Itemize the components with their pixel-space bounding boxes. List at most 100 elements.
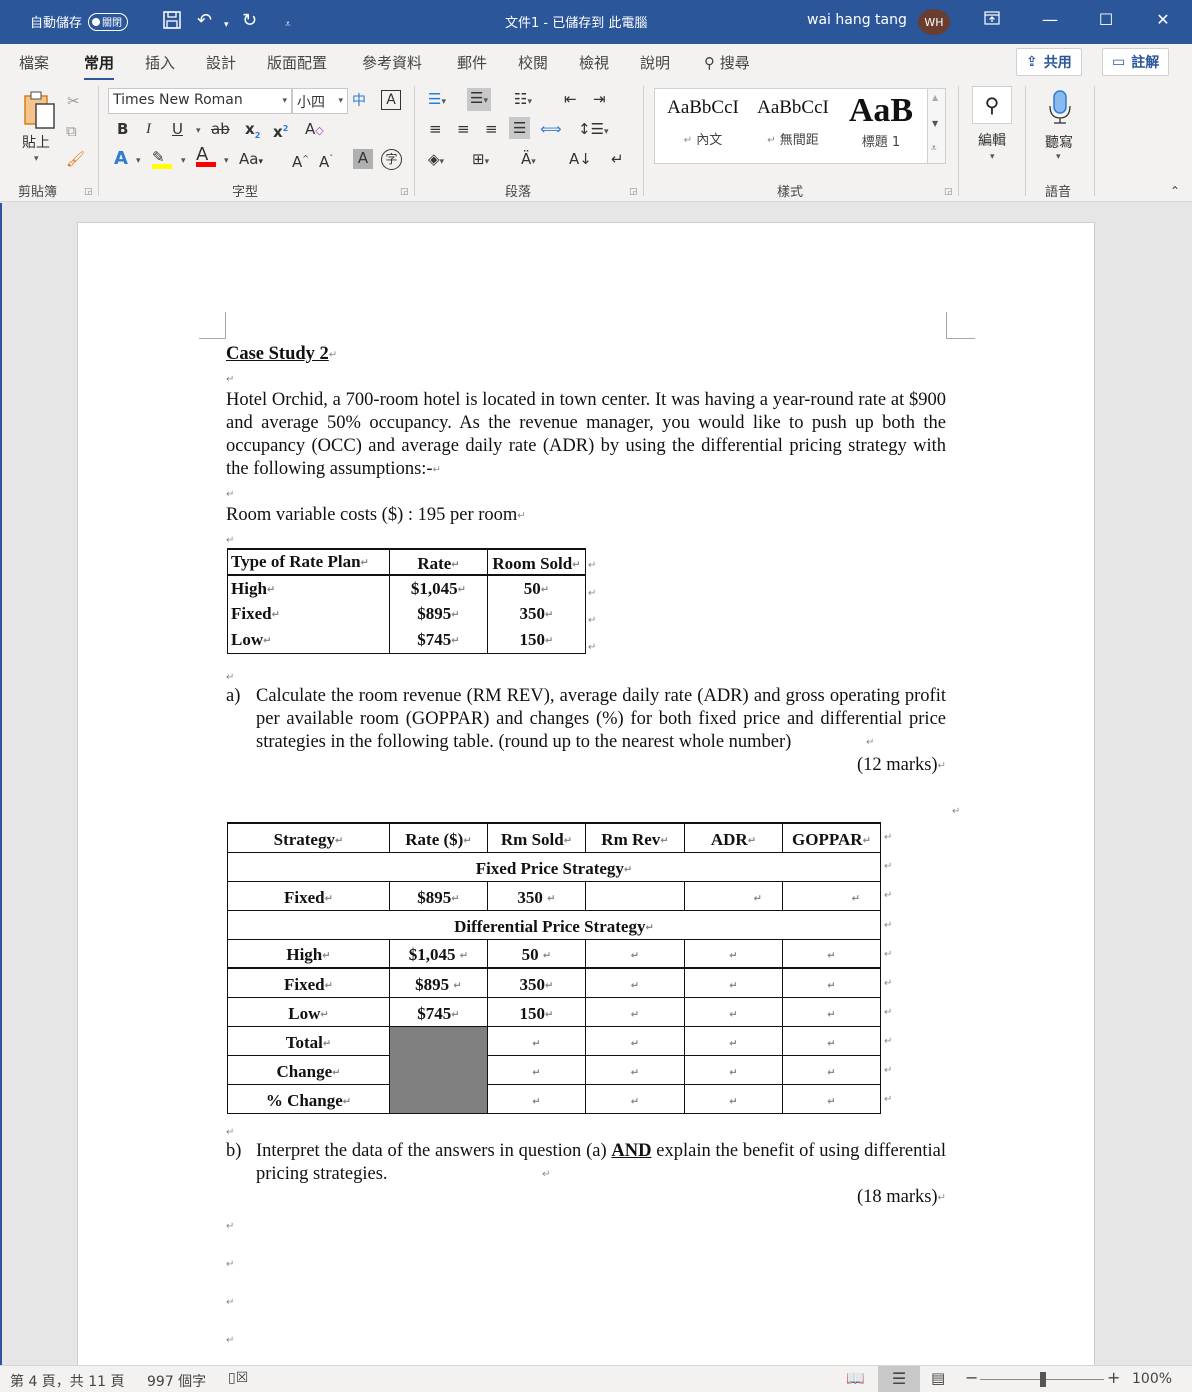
table-cell[interactable]: ↵ [782,1054,881,1085]
page-indicator[interactable]: 第 4 頁，共 11 頁 [10,1371,125,1391]
ribbon-display-options-icon[interactable] [977,10,1007,29]
table-cell[interactable]: ↵ [684,1025,783,1056]
avatar[interactable]: WH [918,9,950,35]
table-cell[interactable]: ↵ [684,938,783,969]
close-button[interactable]: ✕ [1148,10,1178,29]
font-size-select[interactable]: 小四 ▾ [292,88,348,114]
zoom-level[interactable]: 100% [1132,1371,1172,1387]
grow-font-icon[interactable]: A^ [292,150,309,171]
style-no-spacing[interactable]: AaBbCcI ↵ 無間距 [751,97,835,148]
table-cell[interactable]: ↵ [585,938,685,969]
cut-icon[interactable]: ✂ [67,92,80,110]
tab-home[interactable]: 常用 [84,52,115,81]
italic-icon[interactable]: I [146,120,151,138]
table-cell[interactable]: Low↵ [227,627,390,654]
table-cell[interactable]: Fixed↵ [227,601,390,627]
table-cell[interactable]: ↵ [782,967,881,998]
dictate-dropdown-icon[interactable]: ▾ [1056,152,1061,162]
table-cell[interactable]: ↵ [782,1025,881,1056]
share-button[interactable]: ⇪ 共用 [1016,48,1082,76]
table-cell[interactable]: ↵ [585,1054,685,1085]
distributed-icon[interactable]: ⟺ [540,120,562,138]
table-cell[interactable]: $745↵ [389,627,488,654]
table-cell[interactable]: ↵ [487,1025,586,1056]
enclose-characters-icon[interactable]: 字 [381,149,402,170]
table-cell[interactable]: % Change↵ [227,1083,390,1114]
font-color-dropdown-icon[interactable]: ▾ [224,152,229,170]
table-cell[interactable]: 350↵ [487,967,586,998]
table-cell[interactable]: $895↵ [389,601,488,627]
highlight-dropdown-icon[interactable]: ▾ [181,152,186,170]
table-cell[interactable]: ↵ [585,1083,685,1114]
underline-dropdown-icon[interactable]: ▾ [196,122,201,140]
tab-view[interactable]: 檢視 [579,52,609,73]
highlight-icon[interactable]: ✎ [152,148,172,169]
tab-insert[interactable]: 插入 [145,52,175,73]
align-left-icon[interactable]: ≡ [429,120,442,138]
paste-icon[interactable] [22,90,56,134]
show-paragraph-marks-icon[interactable]: ↵ [611,150,624,168]
clipboard-launcher-icon[interactable]: ◲ [84,187,93,197]
table-cell[interactable]: High↵ [227,938,390,969]
table-cell[interactable]: $895↵ [389,880,488,911]
shading-icon[interactable]: ◈▾ [428,150,444,171]
table-cell[interactable]: ↵ [684,880,783,911]
tab-references[interactable]: 參考資料 [362,52,422,73]
table-cell[interactable]: ↵ [585,996,685,1027]
table-cell[interactable]: 350↵ [487,601,586,627]
table-cell[interactable]: ↵ [782,880,881,911]
autosave-toggle[interactable]: 關閉 [88,12,129,31]
paragraph-launcher-icon[interactable]: ◲ [629,187,638,197]
style-normal[interactable]: AaBbCcI ↵ 內文 [663,97,743,148]
table-cell[interactable]: Low↵ [227,996,390,1027]
tab-help[interactable]: 說明 [640,52,670,73]
strikethrough-icon[interactable]: ab [211,120,230,138]
table-cell[interactable]: 350 ↵ [487,880,586,911]
table-cell[interactable]: ↵ [684,1083,783,1114]
table-cell[interactable]: ↵ [684,967,783,998]
phonetic-guide-icon[interactable]: 中 [352,92,366,110]
styles-more-icon[interactable]: ⩡ [931,143,937,154]
table-cell[interactable]: ↵ [782,1083,881,1114]
maximize-button[interactable]: ☐ [1091,10,1121,29]
character-shading-icon[interactable]: A [353,149,373,169]
table-cell[interactable]: Fixed↵ [227,880,390,911]
borders-icon[interactable]: ⊞▾ [472,150,489,171]
text-effects-dropdown-icon[interactable]: ▾ [136,152,141,170]
paste-dropdown-icon[interactable]: ▾ [34,154,39,164]
change-case-icon[interactable]: Aa▾ [239,150,263,171]
table-cell[interactable]: Total↵ [227,1025,390,1056]
asian-layout-icon[interactable]: Ä▾ [521,150,536,171]
table-cell[interactable]: ↵ [585,967,685,998]
zoom-in-button[interactable]: + [1107,1368,1120,1387]
undo-icon[interactable]: ↶ [197,10,212,32]
paste-label[interactable]: 貼上 [22,132,50,152]
table-cell[interactable]: ↵ [684,996,783,1027]
clear-formatting-icon[interactable]: A◇ [305,120,324,140]
multilevel-list-icon[interactable]: ☷▾ [514,90,532,111]
minimize-button[interactable]: — [1035,10,1065,29]
tab-layout[interactable]: 版面配置 [267,52,327,73]
underline-icon[interactable]: U [172,120,183,138]
font-color-icon[interactable]: A [196,146,216,167]
tab-design[interactable]: 設計 [206,52,236,73]
editing-label[interactable]: 編輯 [978,130,1006,150]
undo-dropdown-icon[interactable]: ▾ [224,14,229,36]
increase-indent-icon[interactable]: ⇥ [593,90,606,108]
table-cell[interactable]: ↵ [487,1054,586,1085]
user-name[interactable]: wai hang tang [807,12,907,28]
dictate-label[interactable]: 聽寫 [1045,132,1073,152]
style-heading-1[interactable]: AaB 標題 1 [843,97,919,150]
format-painter-icon[interactable]: 🖌 [66,150,85,168]
table-cell[interactable]: 150↵ [487,996,586,1027]
find-icon[interactable]: ⚲ [972,86,1012,124]
read-mode-icon[interactable]: 📖 [846,1369,865,1387]
justify-icon[interactable]: ☰ [509,117,531,139]
table-cell[interactable]: 50↵ [487,574,586,601]
styles-launcher-icon[interactable]: ◲ [944,187,953,197]
sort-icon[interactable]: A↓ [569,150,592,168]
tab-review[interactable]: 校閱 [518,52,548,73]
collapse-ribbon-icon[interactable]: ⌃ [1170,184,1180,198]
styles-scroll-up-icon[interactable]: ▲ [932,93,938,102]
word-count[interactable]: 997 個字 [147,1371,206,1391]
